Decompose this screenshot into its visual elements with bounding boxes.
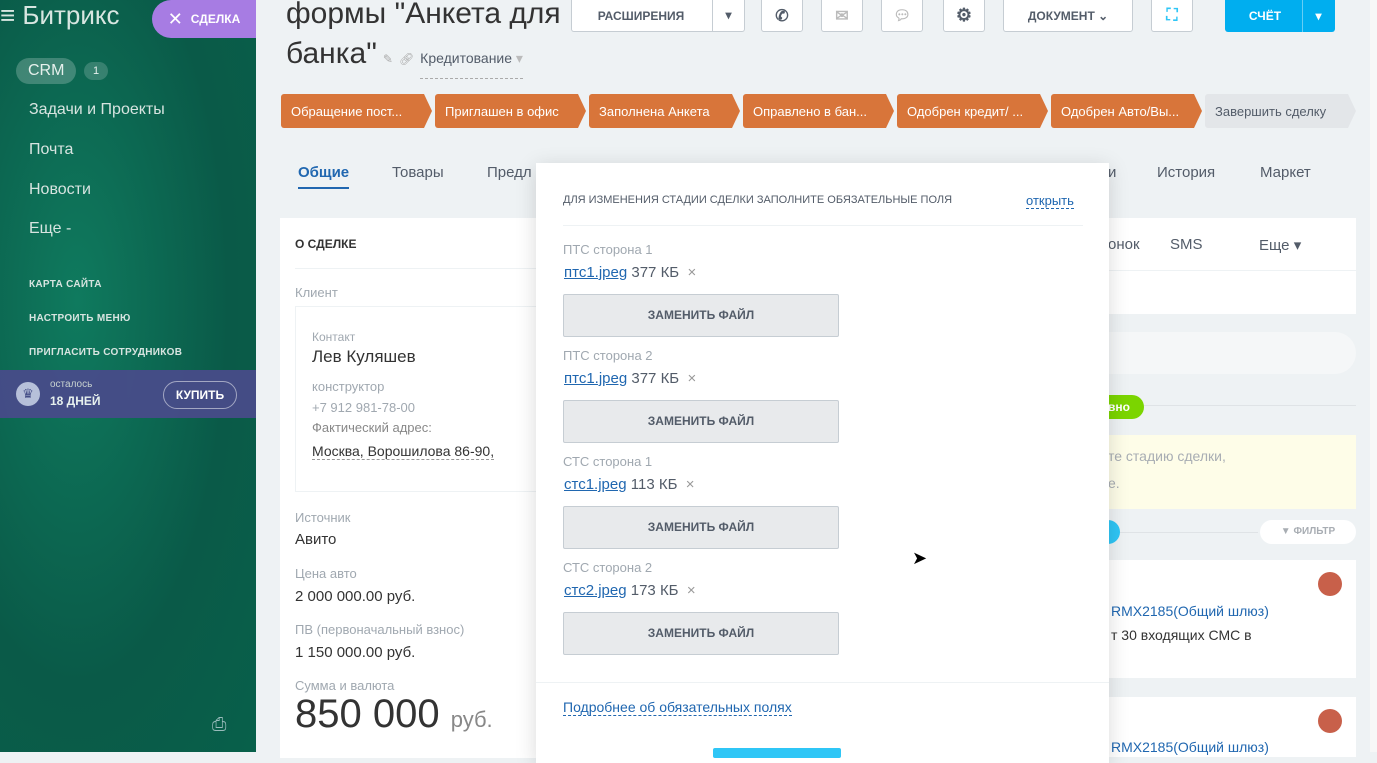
chevron-down-icon[interactable]: ▾ [1302, 0, 1334, 32]
stage-0[interactable]: Обращение пост... [281, 94, 432, 128]
filter-button[interactable]: ▼ ФИЛЬТР [1260, 520, 1356, 544]
trial-days: 18 ДНЕЙ [50, 394, 101, 408]
source-value: Авито [295, 531, 337, 548]
contact-card: Контакт Лев Куляшев конструктор +7 912 9… [295, 306, 540, 492]
save-button[interactable] [713, 748, 841, 758]
stage-3[interactable]: Оправлено в бан... [743, 94, 894, 128]
client-label: Клиент [295, 285, 338, 300]
timeline-item-link[interactable]: RMX2185(Общий шлюз) [1111, 603, 1269, 619]
contact-address[interactable]: Москва, Ворошилова 86-90, [312, 443, 495, 460]
timeline-editor: онок SMS Еще ▾ [1108, 218, 1356, 314]
buy-button[interactable]: КУПИТЬ [163, 381, 237, 409]
sidebar-item-invite[interactable]: ПРИГЛАСИТЬ СОТРУДНИКОВ [29, 347, 182, 358]
logo[interactable]: ≡ Битрикс [0, 0, 120, 31]
file-link[interactable]: птс1.jpeg [564, 264, 627, 281]
price-value: 2 000 000.00 руб. [295, 588, 416, 605]
timeline-item-link[interactable]: RMX2185(Общий шлюз) [1111, 739, 1269, 755]
stage-5[interactable]: Одобрен Авто/Вы... [1051, 94, 1202, 128]
tab-quotes[interactable]: Предл [487, 164, 532, 181]
remove-file-icon[interactable]: × [688, 264, 697, 281]
replace-file-button[interactable]: ЗАМЕНИТЬ ФАЙЛ [563, 400, 839, 443]
timeline-item: RMX2185(Общий шлюз) т 30 входящих СМС в [1108, 560, 1356, 678]
crm-counter: 1 [84, 62, 108, 80]
file-row: птс1.jpeg 377 КБ × [564, 370, 697, 387]
filter-icon: ▼ [1280, 526, 1291, 537]
sidebar-item-crm[interactable]: CRM [16, 58, 77, 84]
crown-icon: ♛ [16, 382, 40, 406]
tab-market[interactable]: Маркет [1260, 164, 1311, 181]
mouse-cursor-icon: ➤ [912, 548, 928, 568]
comment-input[interactable] [1108, 332, 1356, 374]
trial-label: осталось [50, 379, 93, 390]
invoice-button[interactable]: СЧЁТ ▾ [1225, 0, 1335, 32]
required-fields-popup: ДЛЯ ИЗМЕНЕНИЯ СТАДИИ СДЕЛКИ ЗАПОЛНИТЕ ОБ… [536, 163, 1109, 763]
stage-notice: те стадию сделки, е. [1108, 435, 1356, 509]
page-title: формы "Анкета для банка" ✎ 🔗︎ Кредитование … [286, 0, 561, 79]
file-row: стс2.jpeg 173 КБ × [564, 582, 696, 599]
file-link[interactable]: стс1.jpeg [564, 476, 627, 493]
link-icon[interactable]: 🔗︎ [399, 39, 414, 79]
deal-sum: 850 000 руб. [295, 692, 493, 736]
file-row: стс1.jpeg 113 КБ × [564, 476, 695, 493]
edit-icon[interactable]: ✎ [383, 39, 393, 79]
replace-file-button[interactable]: ЗАМЕНИТЬ ФАЙЛ [563, 294, 839, 337]
open-link[interactable]: открыть [1026, 193, 1074, 209]
sidebar-item-tasks[interactable]: Задачи и Проекты [29, 101, 165, 119]
tab-products[interactable]: Товары [392, 164, 444, 181]
stage-2[interactable]: Заполнена Анкета [589, 94, 740, 128]
tab-history[interactable]: История [1157, 164, 1215, 181]
timeline-tab-more[interactable]: Еще ▾ [1259, 236, 1301, 254]
printer-icon[interactable]: ⎙ [212, 714, 226, 735]
mail-icon[interactable]: ✉ [821, 0, 863, 32]
stage-1[interactable]: Приглашен в офис [435, 94, 586, 128]
file-link[interactable]: стс2.jpeg [564, 582, 627, 599]
avatar [1318, 572, 1342, 596]
more-info-link[interactable]: Подробнее об обязательных полях [563, 699, 792, 716]
down-payment-value: 1 150 000.00 руб. [295, 644, 416, 661]
deal-card: О СДЕЛКЕ Клиент Контакт Лев Куляшев конс… [280, 218, 540, 758]
chevron-down-icon: ⌄ [1098, 8, 1109, 23]
remove-file-icon[interactable]: × [686, 476, 695, 493]
close-deal-button[interactable]: ✕ СДЕЛКА [152, 0, 256, 38]
file-link[interactable]: птс1.jpeg [564, 370, 627, 387]
sidebar-item-mail[interactable]: Почта [29, 141, 73, 159]
replace-file-button[interactable]: ЗАМЕНИТЬ ФАЙЛ [563, 612, 839, 655]
scrollbar[interactable] [1370, 0, 1377, 752]
avatar [1318, 709, 1342, 733]
timeline-item: RMX2185(Общий шлюз) [1108, 697, 1356, 757]
menu-icon[interactable]: ≡ [0, 0, 22, 30]
remove-file-icon[interactable]: × [688, 370, 697, 387]
timeline-tab-sms[interactable]: SMS [1170, 236, 1203, 253]
gear-icon[interactable]: ⚙ [943, 0, 985, 32]
sidebar-item-news[interactable]: Новости [29, 181, 91, 199]
file-row: птс1.jpeg 377 КБ × [564, 264, 697, 281]
category-select[interactable]: Кредитование ▾ [420, 38, 523, 79]
document-button[interactable]: ДОКУМЕНТ ⌄ [1003, 0, 1133, 32]
section-title: О СДЕЛКЕ [295, 237, 357, 251]
remove-file-icon[interactable]: × [687, 582, 696, 599]
tab-general[interactable]: Общие [298, 164, 350, 189]
tab-hidden[interactable]: и [1108, 164, 1116, 181]
sidebar: ≡ Битрикс ✕ СДЕЛКА CRM 1 Задачи и Проекты… [0, 0, 256, 752]
extensions-button[interactable]: РАСШИРЕНИЯ ▾ [571, 0, 745, 32]
replace-file-button[interactable]: ЗАМЕНИТЬ ФАЙЛ [563, 506, 839, 549]
sidebar-item-sitemap[interactable]: КАРТА САЙТА [29, 279, 102, 290]
phone-icon[interactable]: ✆ [761, 0, 803, 32]
fullscreen-icon[interactable]: ⛶ [1151, 0, 1193, 32]
stage-4[interactable]: Одобрен кредит/ ... [897, 94, 1048, 128]
popup-title: ДЛЯ ИЗМЕНЕНИЯ СТАДИИ СДЕЛКИ ЗАПОЛНИТЕ ОБ… [563, 194, 953, 206]
sidebar-item-configure-menu[interactable]: НАСТРОИТЬ МЕНЮ [29, 313, 131, 324]
contact-name[interactable]: Лев Куляшев [312, 347, 416, 367]
finish-deal-stage[interactable]: Завершить сделку [1205, 94, 1356, 128]
chat-icon[interactable]: 💬︎ [881, 0, 923, 32]
timeline-tab-call[interactable]: онок [1108, 236, 1140, 253]
chevron-down-icon[interactable]: ▾ [712, 0, 744, 31]
close-icon: ✕ [167, 8, 183, 29]
contact-phone[interactable]: +7 912 981-78-00 [312, 400, 415, 415]
sidebar-item-more[interactable]: Еще - [29, 220, 71, 238]
